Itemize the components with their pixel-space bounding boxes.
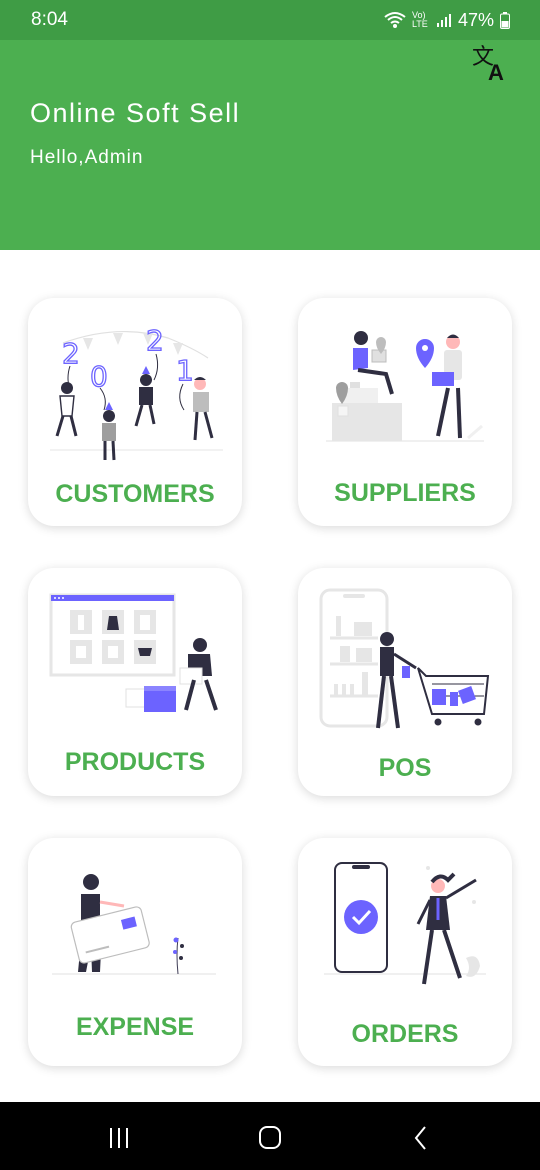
battery-percent: 47% — [457, 9, 494, 30]
svg-text:A: A — [488, 60, 504, 82]
orders-card[interactable]: ORDERS — [298, 838, 512, 1066]
back-icon[interactable] — [406, 1124, 436, 1152]
svg-text:2: 2 — [62, 337, 80, 370]
pos-label: POS — [378, 754, 432, 782]
orders-label: ORDERS — [351, 1020, 459, 1048]
status-bar: 8:04 Vo) LTE 47% — [0, 0, 540, 40]
dashboard-grid: 2 0 2 1 CUSTOMERS SUPPLIERS PRODUCTS POS… — [0, 250, 540, 1100]
wifi-icon — [384, 12, 406, 28]
suppliers-illustration — [326, 331, 484, 442]
expense-illustration — [52, 874, 216, 975]
translate-icon[interactable]: 文 A — [471, 42, 511, 82]
battery-icon — [500, 11, 510, 29]
status-icons: Vo) LTE 47% — [384, 10, 510, 31]
customers-card[interactable]: 2 0 2 1 CUSTOMERS — [28, 298, 242, 526]
app-header: 文 A Online Soft Sell Hello,Admin — [0, 40, 540, 250]
products-label: PRODUCTS — [64, 748, 206, 776]
customers-label: CUSTOMERS — [55, 480, 215, 508]
home-icon[interactable] — [255, 1124, 285, 1152]
products-illustration — [49, 593, 218, 712]
app-title: Online Soft Sell — [30, 98, 241, 128]
signal-icon — [436, 14, 451, 27]
pos-card[interactable]: POS — [298, 568, 512, 796]
products-card[interactable]: PRODUCTS — [28, 568, 242, 796]
orders-illustration — [324, 862, 486, 985]
customers-illustration: 2 0 2 1 — [50, 323, 223, 461]
svg-text:1: 1 — [176, 354, 194, 387]
greeting-text: Hello,Admin — [30, 147, 144, 168]
suppliers-card[interactable]: SUPPLIERS — [298, 298, 512, 526]
svg-text:0: 0 — [90, 360, 108, 393]
network-type: Vo) LTE — [411, 10, 428, 29]
expense-card[interactable]: EXPENSE — [28, 838, 242, 1066]
system-nav-bar — [0, 1102, 540, 1170]
recents-icon[interactable] — [104, 1124, 134, 1152]
svg-text:2: 2 — [146, 324, 164, 357]
pos-illustration — [319, 588, 490, 729]
status-time: 8:04 — [31, 9, 68, 30]
suppliers-label: SUPPLIERS — [334, 479, 476, 507]
expense-label: EXPENSE — [75, 1013, 195, 1041]
